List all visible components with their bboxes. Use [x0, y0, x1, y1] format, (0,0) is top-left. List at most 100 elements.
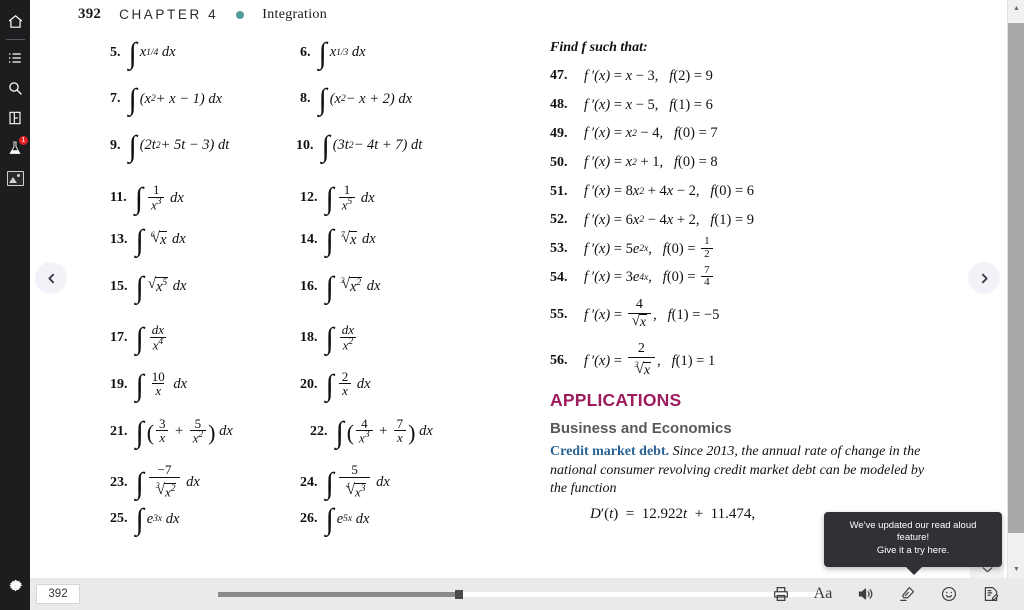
exercise-17: 17. ∫ dx x4	[110, 323, 169, 354]
exercise-number: 25.	[110, 511, 128, 527]
flask-icon[interactable]: 1	[0, 133, 30, 163]
exercise-7: 7. ∫ (x 2 + x − 1) dx	[110, 83, 223, 117]
slider-fill	[218, 591, 458, 597]
problem-number: 53.	[550, 241, 568, 257]
media-icon[interactable]	[0, 163, 30, 193]
exercise-row: 25. ∫ e 3x dx 26. ∫ e 5x dx	[110, 503, 530, 558]
problem-51: 51. f ′(x) = 8x2 + 4x − 2, f (0) = 6	[550, 183, 755, 200]
exercise-row: 19. ∫ 10 x dx 20. ∫ 2x dx	[110, 368, 530, 418]
scrollbar-thumb[interactable]	[1008, 23, 1024, 533]
problem-54: 54. f ′(x) = 3 e 4x, f (0) = 74	[550, 264, 970, 293]
read-aloud-icon[interactable]	[854, 583, 876, 605]
problem-number: 48.	[550, 97, 568, 113]
exercise-26: 26. ∫ e 5x dx	[300, 503, 370, 537]
page-slider[interactable]	[122, 584, 822, 604]
exercise-row: 7. ∫ (x 2 + x − 1) dx 8. ∫ (x 2 − x + 2) dx	[110, 83, 530, 138]
find-f-heading: Find f such that:	[550, 40, 648, 55]
slider-thumb[interactable]	[455, 589, 463, 599]
exercise-21: 21. ∫( 3x + 5 x2 ) dx	[110, 415, 233, 449]
exercise-row: 23. ∫ −7 3 √ x2 dx 24. ∫ 5 4 √ x3 dx	[110, 462, 530, 511]
content-column-right: Find f such that: 47. f ′(x) = x − 3, f(…	[550, 40, 970, 523]
exercise-row: 21. ∫( 3x + 5 x2 ) dx 22. ∫( 4 x3 + 7x ) d…	[110, 415, 530, 465]
problem-49: 49. f ′(x) = x2 − 4, f (0) = 7	[550, 125, 718, 142]
problem-number: 52.	[550, 212, 568, 228]
exercise-14: 14. ∫ 7 √ x dx	[300, 223, 376, 257]
notes-icon[interactable]	[980, 583, 1002, 605]
problem-55: 55. f ′(x) = 4 √ x , f (1) = −5	[550, 296, 720, 330]
scroll-up-arrow-icon[interactable]: ▲	[1008, 0, 1024, 17]
exercise-number: 10.	[296, 137, 314, 153]
exercise-11: 11. ∫ 1 x3 dx	[110, 182, 184, 216]
exercise-row: 17. ∫ dx x4 18. ∫ dx x2	[110, 323, 530, 371]
next-page-button[interactable]	[968, 262, 1000, 294]
exercise-25: 25. ∫ e 3x dx	[110, 503, 180, 537]
read-aloud-tooltip: We've updated our read aloud feature! Gi…	[824, 511, 1002, 576]
contents-icon[interactable]	[0, 43, 30, 73]
text-size-icon[interactable]: Aa	[812, 583, 834, 605]
exercise-number: 5.	[110, 44, 121, 60]
emoji-icon[interactable]	[938, 583, 960, 605]
exercise-number: 14.	[300, 231, 318, 247]
book-page: 392 CHAPTER 4 Integration 5. ∫ x 1/4 dx 6.…	[30, 0, 1004, 578]
exercise-number: 18.	[300, 330, 318, 346]
exercise-16: 16. ∫ 3 √ x2 dx	[300, 270, 381, 304]
flask-badge: 1	[19, 136, 28, 145]
print-icon[interactable]	[770, 583, 792, 605]
exercise-number: 20.	[300, 376, 318, 392]
exercise-column-left: 5. ∫ x 1/4 dx 6. ∫ x 1/3 dx 7. ∫ (x 2 + x − 1)…	[110, 38, 530, 558]
running-head-dot	[236, 10, 245, 19]
exercise-19: 19. ∫ 10 x dx	[110, 368, 188, 402]
exercise-12: 12. ∫ 1 x5 dx	[300, 182, 375, 216]
exercise-24: 24. ∫ 5 4 √ x3 dx	[300, 462, 390, 500]
vertical-scrollbar[interactable]: ▲ ▼	[1007, 0, 1024, 578]
running-head: 392 CHAPTER 4 Integration	[78, 6, 327, 23]
exercise-row: 11. ∫ 1 x3 dx 12. ∫ 1 x5 dx	[110, 182, 530, 231]
exercise-number: 7.	[110, 91, 121, 107]
exercise-number: 8.	[300, 91, 311, 107]
bookmark-icon[interactable]	[0, 103, 30, 133]
exercise-number: 21.	[110, 423, 128, 439]
exercise-number: 11.	[110, 190, 127, 206]
exercise-number: 22.	[310, 423, 328, 439]
problem-48: 48. f ′(x) = x − 5, f (1) = 6	[550, 96, 713, 113]
exercise-number: 13.	[110, 231, 128, 247]
exercise-23: 23. ∫ −7 3 √ x2 dx	[110, 462, 200, 500]
page-number-input[interactable]: 392	[36, 584, 80, 604]
exercise-number: 26.	[300, 511, 318, 527]
exercise-number: 15.	[110, 278, 128, 294]
exercise-9: 9. ∫ (2t 2 + 5t − 3) dt	[110, 129, 230, 163]
settings-gear-icon[interactable]	[0, 570, 30, 600]
left-rail: 1	[0, 0, 30, 610]
problem-50: 50. f ′(x) = x2 + 1, f (0) = 8	[550, 154, 718, 171]
exercise-row: 13. ∫ 6 √ x dx 14. ∫ 7 √ x dx	[110, 223, 530, 278]
highlighter-icon[interactable]	[896, 583, 918, 605]
problem-number: 50.	[550, 154, 568, 170]
rail-divider	[5, 39, 25, 40]
previous-page-button[interactable]	[35, 262, 67, 294]
running-head-chapter: CHAPTER 4	[119, 7, 219, 22]
article-paragraph: Credit market debt. Since 2013, the annu…	[550, 443, 942, 498]
exercise-15: 15. ∫ √ x5 dx	[110, 270, 187, 304]
exercise-number: 17.	[110, 330, 128, 346]
article-lead-link[interactable]: Credit market debt.	[550, 444, 669, 459]
problem-number: 47.	[550, 68, 568, 84]
exercise-10: 10. ∫ (3t 2 − 4t + 7) dt	[296, 129, 423, 163]
exercise-13: 13. ∫ 6 √ x dx	[110, 223, 186, 257]
exercise-number: 6.	[300, 44, 311, 60]
exercise-number: 12.	[300, 190, 318, 206]
problem-number: 51.	[550, 183, 568, 199]
exercise-number: 16.	[300, 278, 318, 294]
exercise-number: 23.	[110, 474, 128, 490]
problem-47: 47. f ′(x) = x − 3, f (2) = 9	[550, 67, 713, 84]
exercise-22: 22. ∫( 4 x3 + 7x ) dx	[310, 415, 433, 449]
tooltip-line-2: Give it a try here.	[876, 545, 950, 557]
exercise-row: 15. ∫ √ x5 dx 16. ∫ 3 √ x2 dx	[110, 270, 530, 324]
home-icon[interactable]	[0, 6, 30, 36]
applications-heading: APPLICATIONS	[550, 390, 682, 411]
scroll-down-arrow-icon[interactable]: ▼	[1008, 561, 1024, 578]
search-icon[interactable]	[0, 73, 30, 103]
problem-53: 53. f ′(x) = 5 e 2x, f (0) = 12	[550, 235, 970, 264]
exercise-number: 9.	[110, 137, 121, 153]
exercise-18: 18. ∫ dx x2	[300, 323, 359, 354]
subsection-heading: Business and Economics	[550, 420, 732, 438]
